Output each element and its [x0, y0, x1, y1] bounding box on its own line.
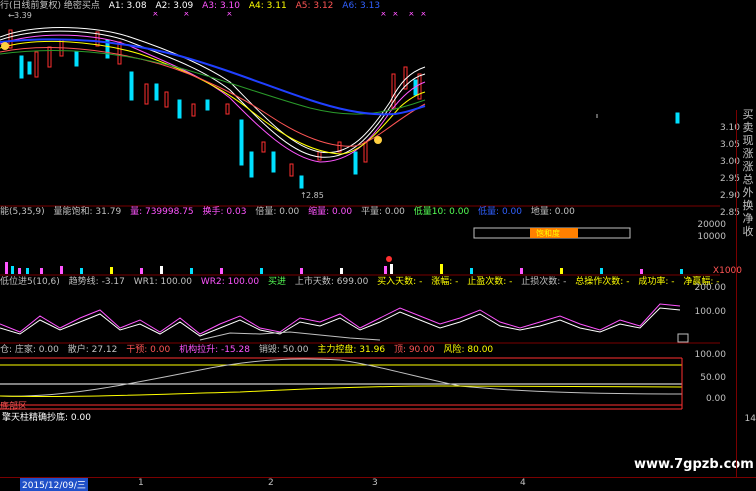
svg-text:×: × [380, 12, 387, 18]
top-markers: × × × × × × × [152, 12, 427, 18]
price-chart[interactable]: × × × × × × × ← 3.39 ↑ 2.85 [0, 12, 720, 207]
quote-sidebar: 买卖 现涨 涨总 外换 净收 [742, 108, 754, 238]
ma-a6: A6: 3.13 [342, 1, 381, 11]
wr-chart[interactable] [0, 288, 720, 344]
ma-lines [0, 27, 426, 163]
buy-header: 低位进5(10,6) 趋势线: -3.17 WR1: 100.00 WR2: 1… [0, 277, 720, 287]
x-axis: 2015/12/09/三 1 2 3 4 [0, 477, 756, 491]
svg-text:×: × [183, 12, 190, 18]
bottom-zone-label: 底部区 [0, 402, 28, 412]
volume-bars [5, 262, 683, 274]
low-marker: 2.85 [306, 191, 324, 200]
svg-text:×: × [408, 12, 415, 18]
svg-text:×: × [226, 12, 233, 18]
ma-a4: A4: 3.11 [248, 1, 287, 11]
date-tag: 2015/12/09/三 [20, 478, 88, 491]
control-header: 仓: 庄家: 0.00 散户: 27.12 干预: 0.00 机构拉升: -15… [0, 345, 494, 355]
svg-text:×: × [392, 12, 399, 18]
volume-header: 能(5,35,9) 量能饱和: 31.79 量: 739998.75 换手: 0… [0, 207, 575, 217]
ma-a2: A2: 3.09 [155, 1, 194, 11]
bottom-indicator-label: 擎天柱精确抄底: 0.00 [2, 413, 91, 423]
svg-text:×: × [152, 12, 159, 18]
chart-title: 行(日线前复权) 绝密买点 [0, 1, 100, 11]
main-header: 行(日线前复权) 绝密买点 A1: 3.08 A2: 3.09 A3: 3.10… [0, 1, 386, 12]
svg-text:×: × [420, 12, 427, 18]
high-marker: 3.39 [14, 12, 32, 20]
saturation-box-label: 饱和度 [536, 228, 560, 238]
ma-a1: A1: 3.08 [108, 1, 147, 11]
control-chart[interactable] [0, 356, 720, 412]
ma-a5: A5: 3.12 [295, 1, 334, 11]
volume-chart[interactable]: 饱和度 [0, 218, 720, 276]
ma-a3: A3: 3.10 [202, 1, 240, 11]
